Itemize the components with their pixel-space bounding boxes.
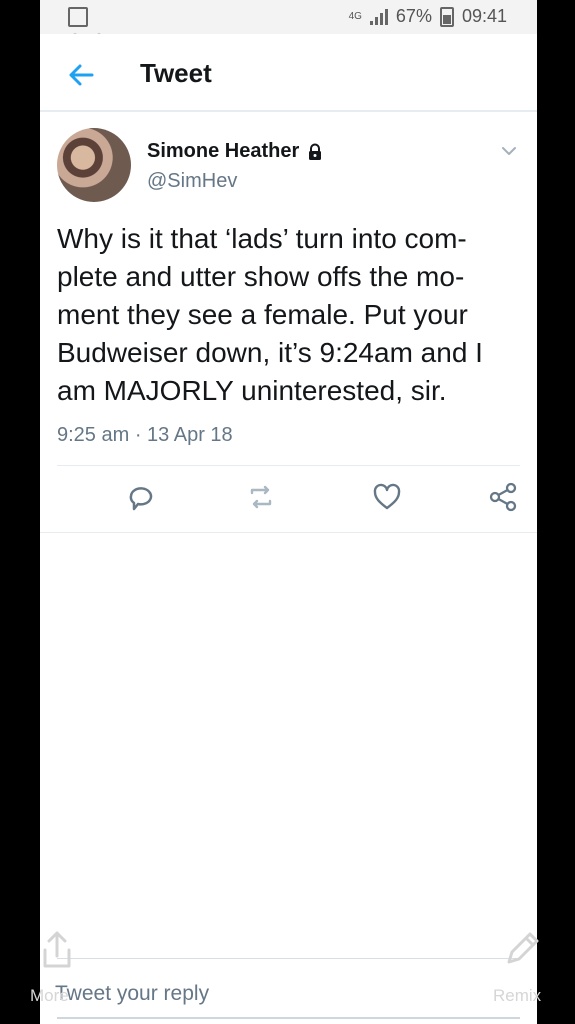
back-arrow-icon[interactable]: [64, 58, 98, 92]
like-icon[interactable]: [370, 480, 404, 514]
actions-divider: [40, 532, 537, 533]
user-handle[interactable]: @SimHev: [147, 170, 237, 193]
reply-bar[interactable]: Tweet your reply: [40, 958, 537, 1024]
avatar[interactable]: [57, 128, 131, 202]
share-overlay-icon[interactable]: [38, 928, 76, 972]
more-label[interactable]: More: [30, 986, 69, 1006]
checkbox-notification-icon: [68, 7, 88, 27]
signal-icon: [369, 8, 388, 25]
reply-icon[interactable]: [124, 480, 158, 514]
tweet-timestamp[interactable]: 9:25 am · 13 Apr 18: [57, 424, 233, 447]
reply-divider: [57, 958, 520, 959]
remix-label[interactable]: Remix: [493, 986, 541, 1006]
tweet-divider: [57, 465, 520, 466]
share-icon[interactable]: [486, 480, 520, 514]
tweet-actions: [57, 480, 520, 518]
page-title: Tweet: [140, 58, 212, 88]
tweet-screen: 4G 67% 09:41 Tweet Simone Heather @SimHe: [40, 0, 537, 1024]
retweet-icon[interactable]: [244, 480, 278, 514]
reply-input[interactable]: Tweet your reply: [55, 982, 209, 1006]
status-icons: 4G 67% 09:41: [349, 6, 507, 27]
battery-percentage: 67%: [395, 6, 432, 26]
tweet-header: Tweet: [40, 34, 537, 112]
status-bar: 4G 67% 09:41: [40, 0, 537, 34]
user-name[interactable]: Simone Heather: [147, 140, 299, 163]
reply-underline: [57, 1017, 520, 1019]
tweet-text: Why is it that ‘lads’ turn into com-plet…: [57, 223, 483, 406]
network-label: 4G: [348, 11, 362, 22]
chevron-down-icon[interactable]: [498, 140, 520, 162]
battery-icon: [439, 6, 454, 27]
edit-overlay-icon[interactable]: [501, 928, 543, 970]
status-time: 09:41: [461, 6, 507, 26]
user-name-row: Simone Heather: [147, 140, 324, 163]
lock-icon: [309, 143, 322, 160]
